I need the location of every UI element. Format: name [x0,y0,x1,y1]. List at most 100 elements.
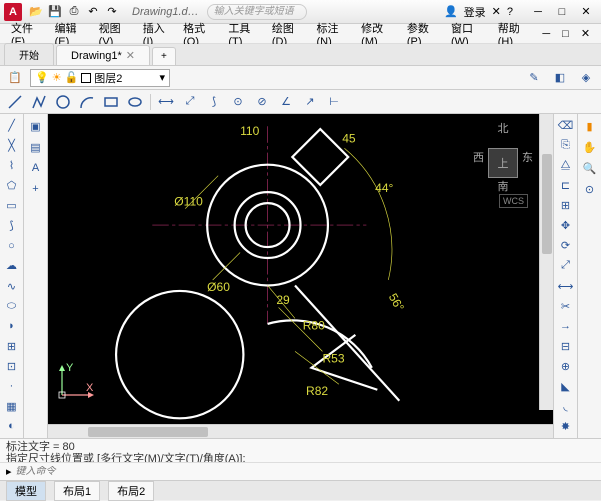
freeze-icon: ☀ [52,71,62,84]
pan-icon[interactable]: ✋ [580,137,600,157]
dim-angular-icon[interactable]: ∠ [275,92,297,112]
layer-off-icon[interactable]: ◈ [575,68,597,88]
addsel-tool-icon[interactable]: + [26,179,46,199]
move-icon[interactable]: ✥ [556,216,576,235]
arc-tool-icon[interactable]: ⟆ [2,216,22,235]
tab-start[interactable]: 开始 [4,43,54,65]
revcloud-tool-icon[interactable]: ☁ [2,256,22,275]
doc-max-button[interactable]: □ [557,26,574,42]
line-icon[interactable] [4,92,26,112]
array-icon[interactable]: ⊞ [556,196,576,215]
ellipse-tool-icon[interactable]: ⬭ [2,297,22,316]
command-window: 标注文字 = 80 指定尺寸线位置或 [多行文字(M)/文字(T)/角度(A)]… [0,438,601,480]
maximize-button[interactable]: □ [551,4,573,20]
polygon-tool-icon[interactable]: ⬠ [2,176,22,195]
dim-arc-icon[interactable]: ⟆ [203,92,225,112]
line-tool-icon[interactable]: ╱ [2,116,22,135]
rotate-icon[interactable]: ⟳ [556,236,576,255]
ellipse-arc-icon[interactable]: ◗ [2,317,22,336]
dim-l29: 29 [276,293,290,307]
dim-l45: 45 [342,132,356,146]
mtext-tool-icon[interactable]: A [26,158,46,178]
dim-a44: 44° [375,181,393,195]
rect-icon[interactable] [100,92,122,112]
ucs-icon: Y X [56,361,96,404]
dim-a56: 56° [386,291,407,314]
doc-min-button[interactable]: ─ [537,26,555,42]
extend-icon[interactable]: → [556,317,576,336]
explode-icon[interactable]: ✸ [556,417,576,436]
layer-props-icon[interactable]: 📋 [4,68,26,88]
rect-tool-icon[interactable]: ▭ [2,196,22,215]
region-tool-icon[interactable]: ▣ [26,116,46,136]
dim-radius-icon[interactable]: ⊙ [227,92,249,112]
layer-color-icon [81,73,91,83]
fillet-icon[interactable]: ◟ [556,397,576,416]
spline-tool-icon[interactable]: ∿ [2,277,22,296]
circle-icon[interactable] [52,92,74,112]
break-icon[interactable]: ⊟ [556,337,576,356]
chevron-down-icon: ▾ [159,71,165,84]
layer-state-icon[interactable]: ✎ [523,68,545,88]
mirror-icon[interactable]: ⧋ [556,156,576,175]
scale-icon[interactable]: ⤢ [556,256,576,275]
command-history[interactable]: 标注文字 = 80 指定尺寸线位置或 [多行文字(M)/文字(T)/角度(A)]… [0,439,601,462]
trim-icon[interactable]: ✂ [556,297,576,316]
doc-close-button[interactable]: ✕ [576,25,595,42]
command-input[interactable] [16,466,595,477]
svg-text:X: X [86,382,94,394]
table-tool-icon[interactable]: ▤ [26,137,46,157]
right-toolbar-2: ▮ ✋ 🔍 ⊙ [577,114,601,438]
copy-icon[interactable]: ⎘ [556,136,576,155]
scrollbar-vertical[interactable] [539,114,553,410]
help-icon[interactable]: ? [507,6,513,18]
make-block-icon[interactable]: ⊡ [2,357,22,376]
join-icon[interactable]: ⊕ [556,357,576,376]
orbit-icon[interactable]: ⊙ [580,179,600,199]
tab-model[interactable]: 模型 [6,481,46,501]
dim-aligned-icon[interactable]: ⤢ [179,92,201,112]
erase-icon[interactable]: ⌫ [556,116,576,135]
signin-icon[interactable]: 👤 [444,5,458,18]
dim-continue-icon[interactable]: ⊢ [323,92,345,112]
dim-linear-icon[interactable]: ⟷ [155,92,177,112]
viewcube[interactable]: 北 西 上 东 南 [473,120,533,190]
hatch-tool-icon[interactable]: ▦ [2,397,22,416]
tab-layout2[interactable]: 布局2 [108,481,154,501]
dim-d110: Ø110 [174,194,203,208]
close-button[interactable]: ✕ [575,4,597,20]
drawing-canvas[interactable]: Ø110 Ø60 110 45 44° 56° 29 R80 R53 R82 北… [48,114,553,424]
wcs-label[interactable]: WCS [499,194,528,208]
chamfer-icon[interactable]: ◣ [556,377,576,396]
stretch-icon[interactable]: ⟷ [556,277,576,296]
insert-block-icon[interactable]: ⊞ [2,337,22,356]
gradient-tool-icon[interactable]: ◐ [2,417,22,436]
document-tabs: 开始 Drawing1*✕ + [0,44,601,66]
dim-d60: Ø60 [207,280,230,294]
scrollbar-horizontal[interactable] [48,424,553,438]
dim-r80: R80 [303,318,325,332]
tab-layout1[interactable]: 布局1 [54,481,100,501]
tab-add[interactable]: + [152,47,176,65]
dim-l110: 110 [240,124,260,138]
tab-drawing1[interactable]: Drawing1*✕ [56,45,150,65]
dim-leader-icon[interactable]: ↗ [299,92,321,112]
zoom-icon[interactable]: 🔍 [580,158,600,178]
layer-dropdown[interactable]: 💡 ☀ 🔓 图层2 ▾ [30,69,170,87]
layer-iso-icon[interactable]: ◧ [549,68,571,88]
xline-tool-icon[interactable]: ╳ [2,136,22,155]
circle-tool-icon[interactable]: ○ [2,236,22,255]
offset-icon[interactable]: ⊏ [556,176,576,195]
right-toolbar-1: ⌫ ⎘ ⧋ ⊏ ⊞ ✥ ⟳ ⤢ ⟷ ✂ → ⊟ ⊕ ◣ ◟ ✸ [553,114,577,438]
doc-title: Drawing1.d… [132,6,199,18]
dim-diameter-icon[interactable]: ⊘ [251,92,273,112]
pline-tool-icon[interactable]: ⌇ [2,156,22,175]
point-tool-icon[interactable]: · [2,377,22,396]
dim-r53: R53 [322,351,344,365]
ellipse-icon[interactable] [124,92,146,112]
draw-toolbar: ⟷ ⤢ ⟆ ⊙ ⊘ ∠ ↗ ⊢ [0,90,601,114]
arc-icon[interactable] [76,92,98,112]
polyline-icon[interactable] [28,92,50,112]
exchange-icon[interactable]: ✕ [492,5,501,18]
palette-icon[interactable]: ▮ [580,116,600,136]
